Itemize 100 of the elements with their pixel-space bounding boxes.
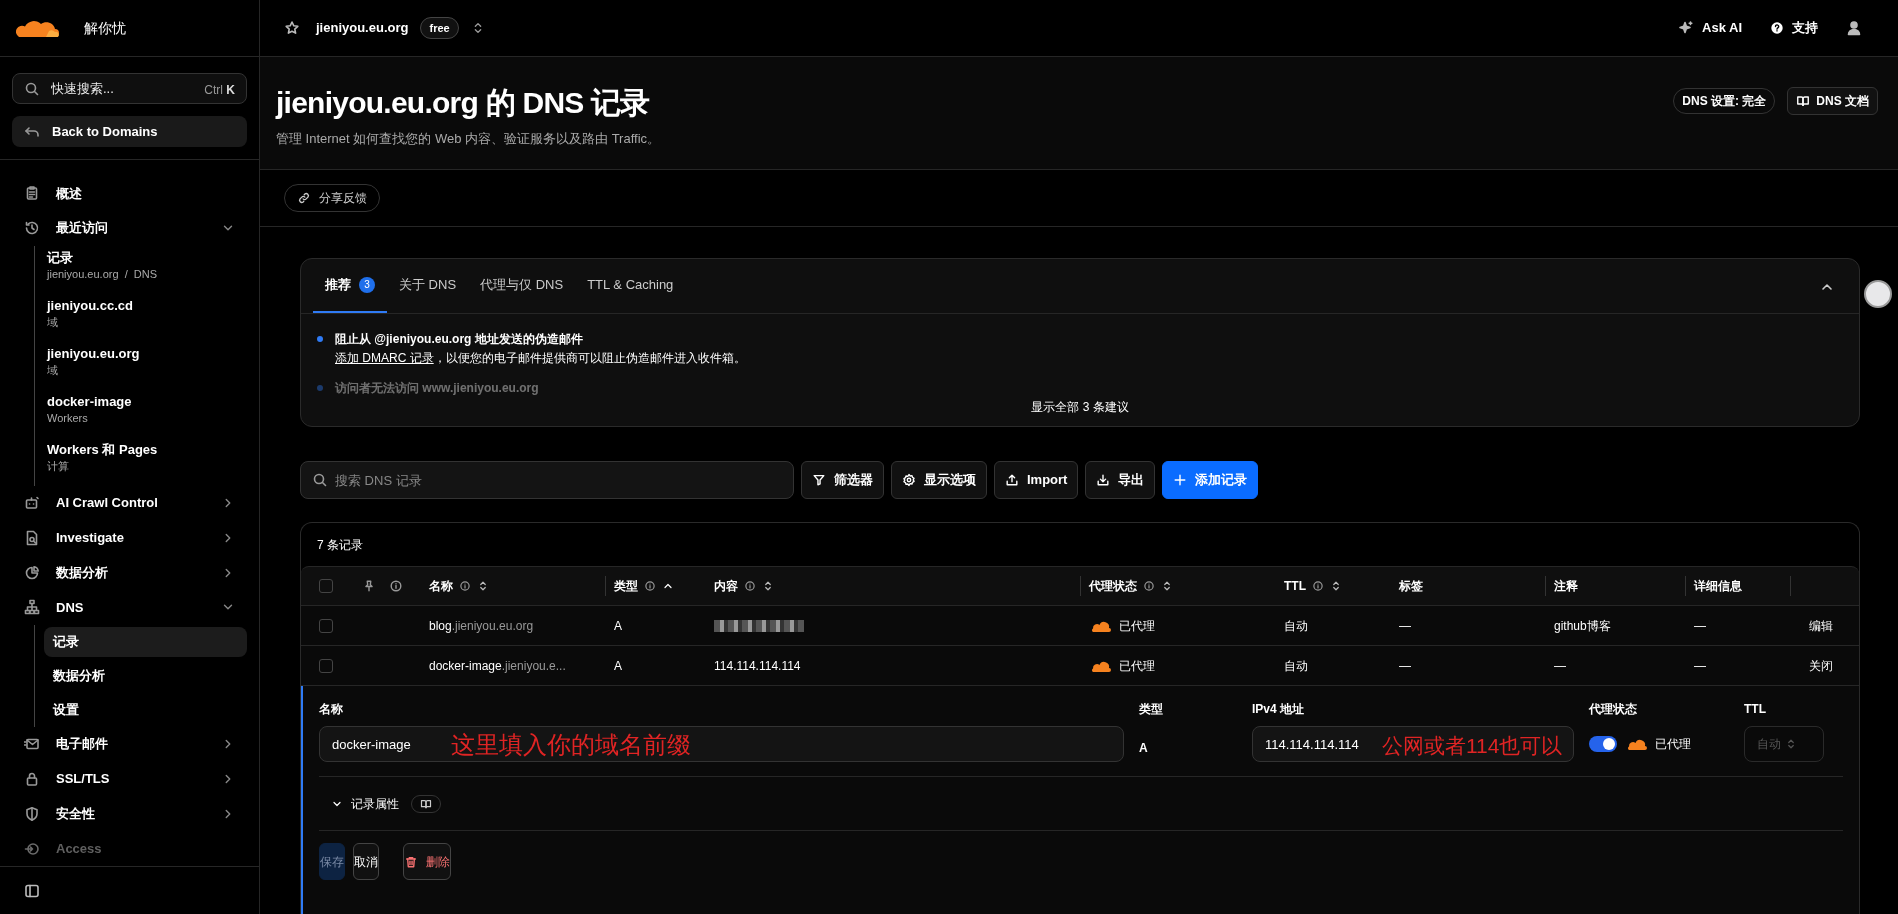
nav-item[interactable]: DNS xyxy=(12,590,247,625)
collapse-sidebar-button[interactable] xyxy=(24,882,40,899)
back-to-domains-button[interactable]: Back to Domains xyxy=(12,116,247,147)
column-header-cell[interactable]: 注释 xyxy=(1546,576,1686,596)
type-value: A xyxy=(1139,740,1149,757)
field-label: IPv4 地址 xyxy=(1252,701,1306,718)
nav-subitem[interactable]: 数据分析 xyxy=(44,660,247,691)
network-icon xyxy=(24,599,40,616)
record-row[interactable]: docker-image.jieniyou.e... A 114.114.114.114 已代理 自动 — — — 关闭 xyxy=(301,646,1859,686)
record-attributes-toggle[interactable]: 记录属性 xyxy=(331,794,399,813)
column-header[interactable]: 标签 xyxy=(1399,577,1423,595)
download-icon xyxy=(1096,473,1111,487)
nav-item[interactable]: 安全性 xyxy=(12,796,247,832)
sparkle-icon xyxy=(1678,20,1694,36)
recent-item[interactable]: jieniyou.cc.cd 域 xyxy=(44,293,247,334)
zone-name: jieniyou.eu.org xyxy=(316,19,409,38)
column-header[interactable]: 注释 xyxy=(1554,577,1578,595)
column-header[interactable]: 名称 xyxy=(429,577,453,595)
proxy-status: 已代理 xyxy=(1119,657,1155,675)
page-title: jieniyou.eu.org 的 DNS 记录 xyxy=(276,85,651,121)
dns-search-field[interactable]: 搜索 DNS 记录 xyxy=(300,461,794,499)
ask-ai-button[interactable]: Ask AI xyxy=(1678,18,1742,38)
info-icon xyxy=(644,580,656,592)
column-header-cell[interactable]: 类型 xyxy=(606,576,706,596)
recommendation-tab[interactable]: 代理与仅 DNS xyxy=(468,258,576,313)
info-icon xyxy=(459,580,471,592)
recommendation-tab[interactable]: 关于 DNS xyxy=(387,258,469,313)
toolbar-button[interactable]: 显示选项 xyxy=(891,461,987,499)
column-header[interactable]: 类型 xyxy=(614,577,638,595)
filter-icon xyxy=(812,473,826,487)
nav-item[interactable]: Investigate xyxy=(12,520,247,556)
support-button[interactable]: 支持 xyxy=(1770,18,1818,38)
star-icon xyxy=(284,20,300,36)
info-icon xyxy=(389,579,403,593)
assistant-avatar[interactable] xyxy=(1864,280,1892,308)
nav-item[interactable]: AI Crawl Control xyxy=(12,485,247,521)
record-type: A xyxy=(613,657,623,675)
recommendation-tab[interactable]: 推荐 3 xyxy=(313,258,387,313)
toolbar-button[interactable]: Import xyxy=(994,461,1079,499)
pie-chart-icon xyxy=(24,564,40,581)
column-header-cell[interactable]: 内容 xyxy=(706,576,1081,596)
recommendation-tab[interactable]: TTL & Caching xyxy=(575,258,686,313)
proxy-status: 已代理 xyxy=(1119,617,1155,635)
recent-item[interactable]: docker-image Workers xyxy=(44,389,247,430)
column-header[interactable]: 内容 xyxy=(714,577,738,595)
record-row[interactable]: blog.jieniyou.eu.org A 已代理 自动 — github博客 — 编辑 xyxy=(301,606,1859,646)
account-button[interactable] xyxy=(1846,20,1862,36)
details-value: — xyxy=(1693,617,1707,635)
favorite-star-button[interactable] xyxy=(284,20,300,36)
add-dmarc-link[interactable]: 添加 DMARC 记录 xyxy=(335,351,434,365)
recommendation-item[interactable]: 阻止从 @jieniyou.eu.org 地址发送的伪造邮件 添加 DMARC 记录，以便您的电子邮件提供商可以阻止伪造邮件进入收件箱。 xyxy=(317,330,1843,367)
proxy-toggle[interactable] xyxy=(1589,736,1617,752)
dns-docs-button[interactable]: DNS 文档 xyxy=(1787,87,1878,115)
history-icon xyxy=(24,220,40,237)
sidebar-panel-icon xyxy=(24,882,40,899)
recent-item[interactable]: Workers 和 Pages 计算 xyxy=(44,437,247,478)
column-header-cell[interactable]: 名称 xyxy=(421,576,606,596)
column-header[interactable]: 详细信息 xyxy=(1694,577,1742,595)
toolbar-button[interactable]: 添加记录 xyxy=(1162,461,1259,499)
toolbar-button[interactable]: 导出 xyxy=(1085,461,1156,499)
sort-icon xyxy=(762,580,774,592)
column-header[interactable]: TTL xyxy=(1284,577,1306,595)
nav-subitem[interactable]: 设置 xyxy=(44,694,247,725)
field-label: TTL xyxy=(1744,701,1767,718)
clipboard-icon xyxy=(24,185,40,202)
form-button[interactable]: 取消 xyxy=(353,843,379,880)
recommendation-title: 阻止从 @jieniyou.eu.org 地址发送的伪造邮件 xyxy=(335,331,584,348)
upload-icon xyxy=(1005,473,1019,487)
recent-item[interactable]: 记录 jieniyou.eu.org / DNS xyxy=(44,245,247,286)
row-action-link[interactable]: 关闭 xyxy=(1809,658,1833,673)
nav-subitem[interactable]: 记录 xyxy=(44,626,247,657)
nav-item[interactable]: 最近访问 xyxy=(12,210,247,246)
nav-item[interactable]: 电子邮件 xyxy=(12,726,247,762)
form-button[interactable]: 删除 xyxy=(403,843,451,880)
count-badge: 3 xyxy=(359,276,375,293)
info-icon xyxy=(744,580,756,592)
gear-icon xyxy=(902,473,916,487)
ttl-value: 自动 xyxy=(1283,657,1309,675)
page-description: 管理 Internet 如何查找您的 Web 内容、验证服务以及路由 Traffic。 xyxy=(276,130,661,148)
select-all-checkbox[interactable] xyxy=(319,579,333,593)
row-checkbox[interactable] xyxy=(319,618,333,633)
row-action-link[interactable]: 编辑 xyxy=(1809,618,1833,633)
cloud-icon xyxy=(1089,659,1111,672)
toolbar-button[interactable]: 筛选器 xyxy=(801,461,884,499)
nav-item[interactable]: 数据分析 xyxy=(12,555,247,590)
recommendation-text: 添加 DMARC 记录，以便您的电子邮件提供商可以阻止伪造邮件进入收件箱。 xyxy=(335,350,746,367)
show-all-recommendations-button[interactable]: 显示全部 3 条建议 xyxy=(1031,398,1129,416)
column-header-cell[interactable]: TTL xyxy=(1276,576,1391,596)
proxy-status: 已代理 xyxy=(1655,736,1691,753)
recent-item[interactable]: jieniyou.eu.org 域 xyxy=(44,341,247,382)
column-header-cell[interactable]: 详细信息 xyxy=(1686,576,1791,596)
nav-item[interactable]: 概述 xyxy=(12,176,247,211)
column-header-cell[interactable]: 标签 xyxy=(1391,576,1546,596)
nav-item[interactable]: SSL/TLS xyxy=(12,761,247,797)
row-checkbox[interactable] xyxy=(319,658,333,673)
plan-badge: free xyxy=(420,16,459,40)
up-down-chevron-icon xyxy=(1785,738,1797,750)
cloud-logo[interactable] xyxy=(16,18,60,38)
column-header-cell[interactable]: 代理状态 xyxy=(1081,576,1276,596)
column-header[interactable]: 代理状态 xyxy=(1089,577,1137,595)
